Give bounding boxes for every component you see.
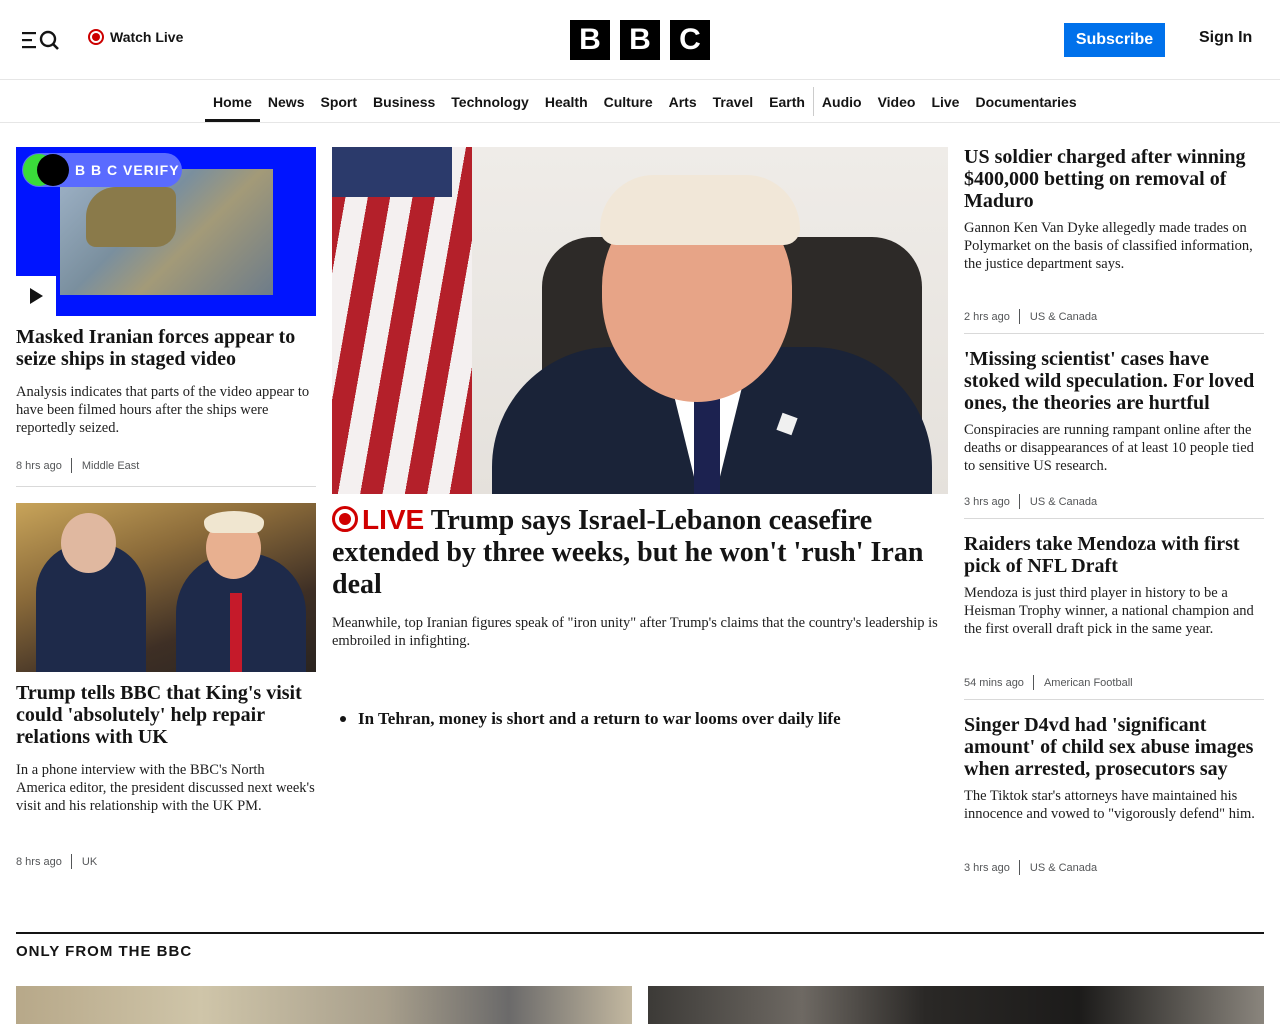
story-tag[interactable]: US & Canada — [1020, 862, 1097, 874]
story-meta: 8 hrs ago Middle East — [16, 458, 139, 473]
story-tag[interactable]: UK — [72, 856, 97, 868]
story-summary: Analysis indicates that parts of the vid… — [16, 384, 310, 436]
watch-live-label: Watch Live — [110, 29, 184, 45]
divider — [964, 518, 1264, 519]
story-meta: 8 hrs ago UK — [16, 854, 97, 869]
story-summary: Conspiracies are running rampant online … — [964, 422, 1254, 474]
story-summary: Mendoza is just third player in history … — [964, 585, 1254, 637]
nav-item-travel[interactable]: Travel — [705, 81, 761, 122]
nav-item-audio[interactable]: Audio — [814, 81, 870, 122]
divider — [964, 333, 1264, 334]
lead-story: LIVE Trump says Israel-Lebanon ceasefire… — [332, 504, 948, 650]
section-divider — [16, 932, 1264, 934]
watch-live-link[interactable]: Watch Live — [88, 29, 183, 45]
nav-item-arts[interactable]: Arts — [661, 81, 705, 122]
nav-item-technology[interactable]: Technology — [443, 81, 537, 122]
lead-headline[interactable]: LIVE Trump says Israel-Lebanon ceasefire… — [332, 504, 948, 601]
menu-search-button[interactable] — [22, 28, 62, 52]
nav-item-sport[interactable]: Sport — [312, 81, 365, 122]
play-icon — [30, 288, 43, 304]
sign-in-button[interactable]: Sign In — [1199, 29, 1252, 47]
lead-summary: Meanwhile, top Iranian figures speak of … — [332, 615, 938, 649]
play-video-button[interactable] — [16, 276, 56, 316]
section-title: ONLY FROM THE BBC — [16, 943, 193, 960]
story-headline[interactable]: US soldier charged after winning $400,00… — [964, 146, 1264, 212]
nav-item-live[interactable]: Live — [923, 81, 967, 122]
story-headline[interactable]: Singer D4vd had 'significant amount' of … — [964, 714, 1264, 780]
story-card: Raiders take Mendoza with first pick of … — [964, 533, 1264, 638]
verify-video-thumbnail[interactable]: B B C VERIFY — [16, 147, 316, 316]
logo-letter: B — [620, 20, 660, 60]
bbc-logo[interactable]: B B C — [570, 20, 710, 60]
logo-letter: C — [670, 20, 710, 60]
nav-item-earth[interactable]: Earth — [761, 81, 813, 122]
bullet-icon — [340, 716, 346, 722]
story-time: 54 mins ago — [964, 676, 1024, 689]
related-story-link[interactable]: In Tehran, money is short and a return t… — [340, 709, 841, 729]
bbc-verify-badge: B B C VERIFY — [22, 153, 182, 187]
divider — [16, 486, 316, 487]
story-card: 'Missing scientist' cases have stoked wi… — [964, 348, 1264, 475]
story-time: 3 hrs ago — [964, 495, 1010, 508]
site-header: Watch Live B B C Subscribe Sign In — [0, 0, 1280, 80]
verify-badge-label: VERIFY — [123, 162, 180, 178]
divider — [964, 699, 1264, 700]
live-label: LIVE — [362, 504, 425, 535]
related-story-title: In Tehran, money is short and a return t… — [358, 709, 841, 728]
section-story-image[interactable] — [16, 986, 632, 1024]
main-nav: Home News Sport Business Technology Heal… — [0, 81, 1280, 123]
story-card: Singer D4vd had 'significant amount' of … — [964, 714, 1264, 823]
story-meta: 3 hrs ago US & Canada — [964, 860, 1097, 875]
story-headline[interactable]: 'Missing scientist' cases have stoked wi… — [964, 348, 1264, 414]
king-trump-photo[interactable] — [16, 503, 316, 672]
story-tag[interactable]: Middle East — [72, 460, 139, 472]
story-time: 3 hrs ago — [964, 861, 1010, 874]
story-headline[interactable]: Trump tells BBC that King's visit could … — [16, 682, 316, 748]
subscribe-button[interactable]: Subscribe — [1064, 23, 1165, 57]
nav-item-health[interactable]: Health — [537, 81, 596, 122]
lead-story-photo[interactable] — [332, 147, 948, 494]
nav-item-business[interactable]: Business — [365, 81, 443, 122]
live-icon — [332, 506, 358, 532]
story-card: US soldier charged after winning $400,00… — [964, 146, 1264, 273]
story-meta: 3 hrs ago US & Canada — [964, 494, 1097, 509]
story-tag[interactable]: American Football — [1034, 677, 1133, 689]
story-time: 2 hrs ago — [964, 310, 1010, 323]
story-time: 8 hrs ago — [16, 459, 62, 472]
live-dot-icon — [88, 29, 104, 45]
story-summary: Gannon Ken Van Dyke allegedly made trade… — [964, 220, 1253, 272]
story-meta: 54 mins ago American Football — [964, 675, 1133, 690]
menu-icon — [22, 30, 59, 50]
logo-letter: B — [570, 20, 610, 60]
story-tag[interactable]: US & Canada — [1020, 496, 1097, 508]
story-meta: 2 hrs ago US & Canada — [964, 309, 1097, 324]
nav-item-news[interactable]: News — [260, 81, 313, 122]
story-summary: In a phone interview with the BBC's Nort… — [16, 762, 315, 814]
nav-item-culture[interactable]: Culture — [596, 81, 661, 122]
nav-item-home[interactable]: Home — [205, 81, 260, 122]
story-time: 8 hrs ago — [16, 855, 62, 868]
section-story-image[interactable] — [648, 986, 1264, 1024]
story-headline[interactable]: Raiders take Mendoza with first pick of … — [964, 533, 1264, 577]
story-tag[interactable]: US & Canada — [1020, 311, 1097, 323]
story-headline[interactable]: Masked Iranian forces appear to seize sh… — [16, 326, 316, 370]
story-summary: The Tiktok star's attorneys have maintai… — [964, 788, 1255, 822]
nav-item-documentaries[interactable]: Documentaries — [967, 81, 1084, 122]
nav-item-video[interactable]: Video — [870, 81, 924, 122]
